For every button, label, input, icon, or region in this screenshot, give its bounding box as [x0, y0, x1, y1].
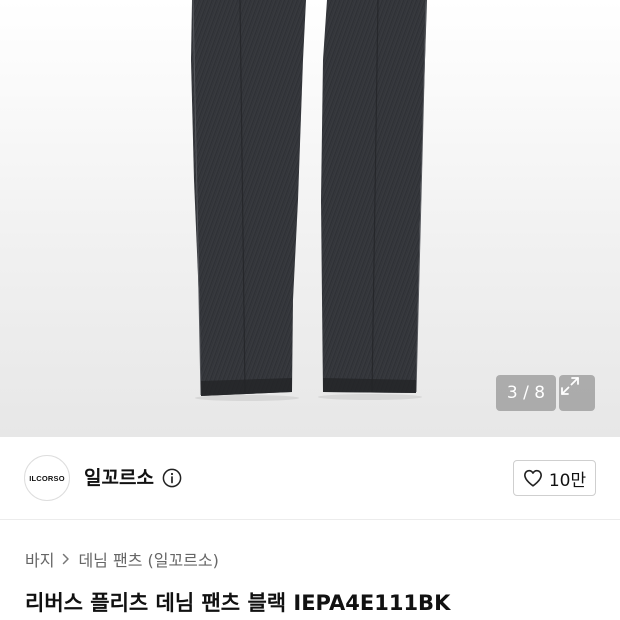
- image-counter: 3 / 8: [496, 375, 556, 411]
- info-icon[interactable]: [162, 468, 182, 488]
- like-button[interactable]: 10만: [513, 460, 596, 496]
- product-image-gallery[interactable]: 3 / 8: [0, 0, 620, 437]
- brand-name[interactable]: 일꼬르소: [84, 465, 154, 491]
- product-image: [0, 0, 620, 437]
- brand-logo-text: ILCORSO: [29, 473, 65, 483]
- chevron-right-icon: [62, 553, 70, 565]
- breadcrumb-item-subcategory[interactable]: 데님 팬츠 (일꼬르소): [78, 547, 218, 571]
- expand-icon: [561, 377, 579, 395]
- breadcrumb: 바지 데님 팬츠 (일꼬르소): [25, 548, 219, 570]
- breadcrumb-item-category[interactable]: 바지: [25, 547, 54, 571]
- product-title: 리버스 플리츠 데님 팬츠 블랙 IEPA4E111BK: [25, 591, 451, 615]
- brand-logo[interactable]: ILCORSO: [24, 455, 70, 501]
- heart-icon: [523, 469, 542, 487]
- like-count: 10만: [548, 470, 587, 491]
- expand-button[interactable]: [559, 375, 595, 411]
